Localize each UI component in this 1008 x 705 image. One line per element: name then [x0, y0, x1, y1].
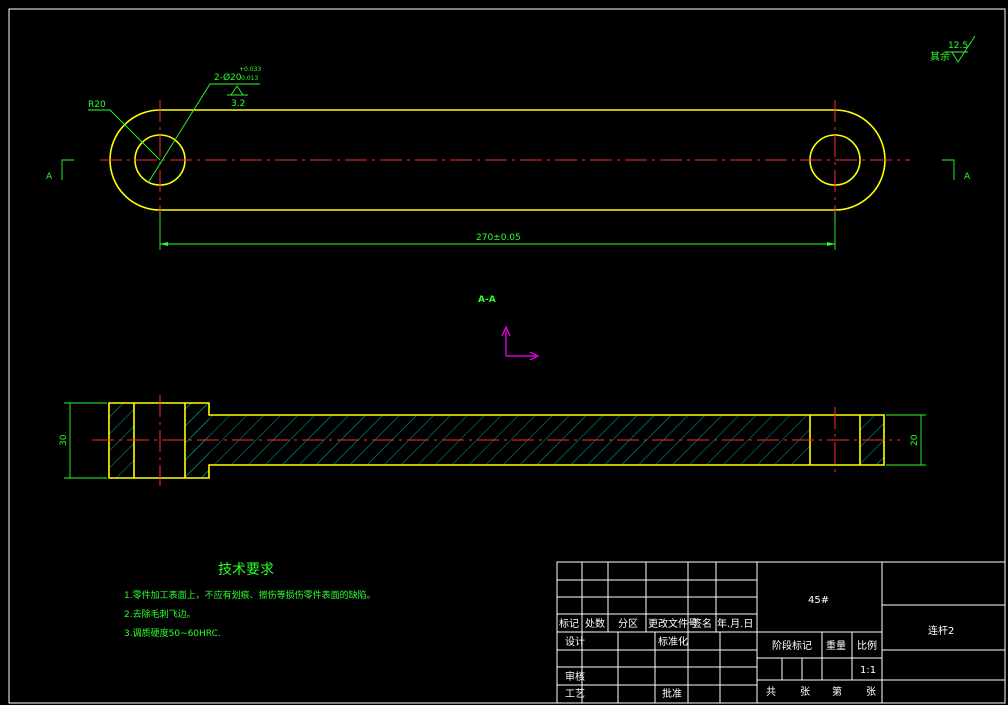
- tech-requirement-item: 3.调质硬度50~60HRC.: [124, 627, 221, 639]
- row-design: 设计: [565, 635, 585, 648]
- header-label: 标记: [559, 618, 579, 630]
- stage-mark: 阶段标记: [772, 639, 812, 652]
- radius-leader: [88, 109, 161, 161]
- header-label: 分区: [618, 618, 638, 630]
- tech-requirement-item: 1.零件加工表面上，不应有划痕、擦伤等损伤零件表面的缺陷。: [124, 589, 376, 601]
- ucs-icon: [501, 325, 540, 361]
- header-label: 年.月.日: [717, 617, 753, 630]
- material: 45#: [808, 595, 829, 606]
- radius-label: R20: [88, 100, 106, 110]
- tech-requirements: 技术要求 1.零件加工表面上，不应有划痕、擦伤等损伤零件表面的缺陷。 2.去除毛…: [124, 562, 376, 639]
- hole-roughness: 3.2: [231, 99, 245, 109]
- row-standard: 标准化: [658, 635, 688, 648]
- left-height-dimension: 30: [59, 434, 69, 446]
- weight: 重量: [826, 639, 846, 652]
- section-letter-right: A: [964, 172, 971, 182]
- scale: 比例: [857, 639, 877, 652]
- part-name: 连杆2: [928, 624, 954, 637]
- length-dimension: 270±0.05: [476, 233, 521, 243]
- section-letter-left: A: [46, 172, 53, 182]
- sheet-unit: 张: [866, 686, 876, 698]
- tech-requirements-title: 技术要求: [218, 562, 274, 578]
- title-block: 标记 处数 分区 更改文件号 签名 年.月.日 设计 标准化 审核 工艺 批准 …: [556, 561, 1006, 704]
- top-view: R20 2-Ø20 +0.033 -0.013 3.2 270±0.05 A A: [46, 66, 971, 250]
- hole-callout: 2-Ø20: [214, 72, 242, 83]
- ratio: 1:1: [860, 665, 876, 676]
- row-approve: 批准: [662, 687, 682, 700]
- section-title: A-A: [478, 295, 496, 305]
- total-sheets: 共: [766, 686, 776, 698]
- section-marker-left: [61, 159, 74, 180]
- row-process: 工艺: [565, 688, 585, 700]
- header-label: 处数: [585, 617, 605, 630]
- header-label: 更改文件号: [648, 617, 698, 630]
- tech-requirement-item: 2.去除毛刺飞边。: [124, 608, 196, 620]
- roughness-icon: [230, 85, 244, 96]
- section-marker-right: [942, 159, 955, 180]
- section-view: 30 20: [59, 395, 926, 486]
- header-label: 签名: [692, 617, 712, 630]
- sheet-no: 第: [832, 685, 842, 698]
- surface-note: 其余 12.5: [930, 35, 976, 63]
- sheet-unit: 张: [800, 686, 810, 698]
- cad-drawing: 其余 12.5 R20 2-Ø20 +0.033 -0.013 3.2 270±…: [8, 8, 1006, 704]
- surface-note-value: 12.5: [948, 41, 968, 51]
- hole-tol-lower: -0.013: [239, 75, 259, 82]
- right-height-dimension: 20: [910, 434, 920, 446]
- row-check: 审核: [565, 670, 585, 683]
- hole-tol-upper: +0.033: [239, 66, 261, 73]
